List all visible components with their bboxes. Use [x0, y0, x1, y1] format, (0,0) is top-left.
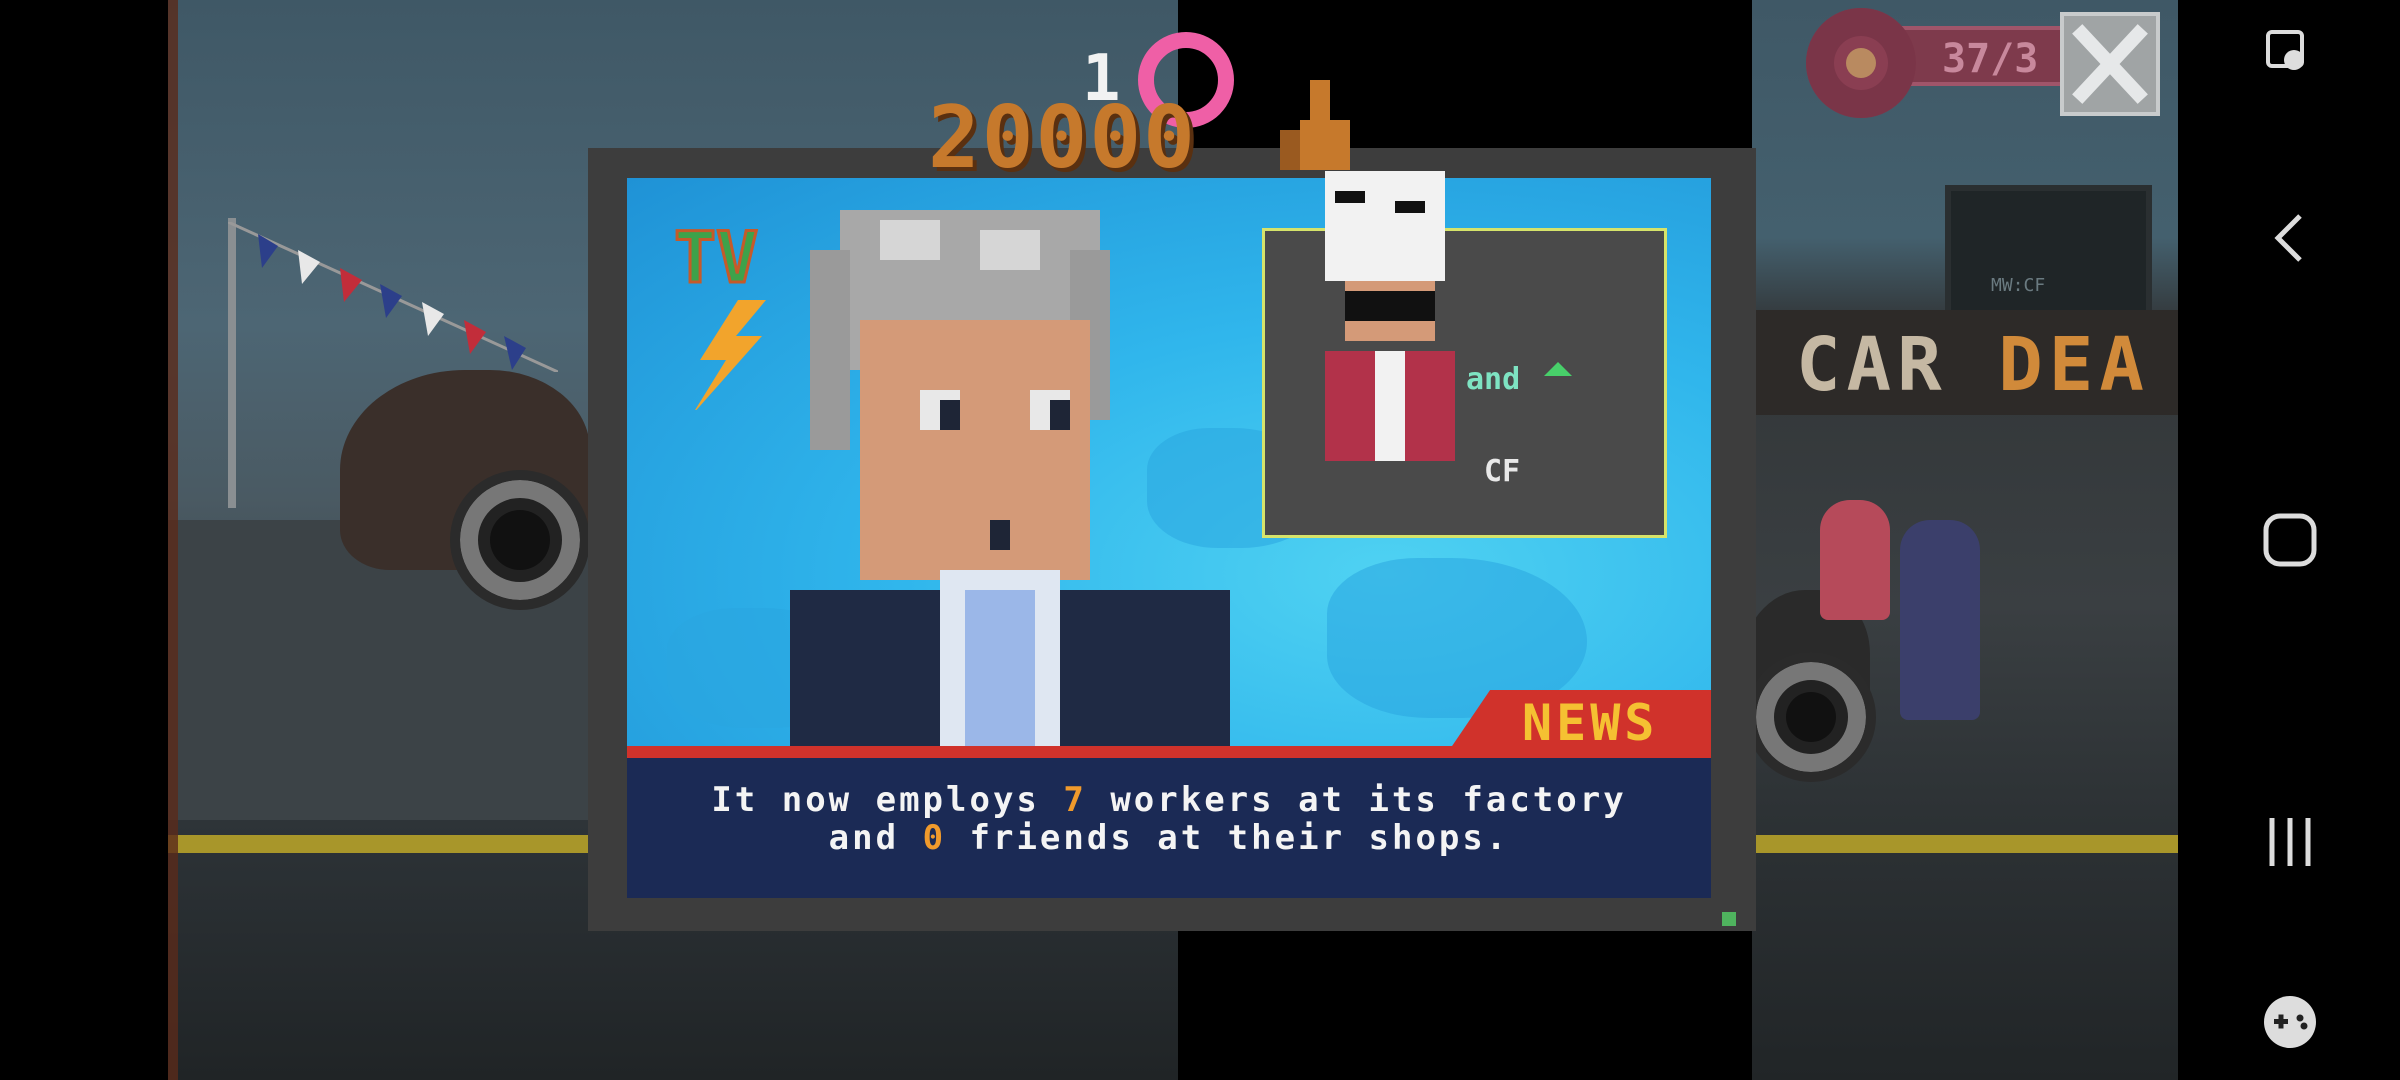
dealer-npc-2 — [1900, 520, 1980, 720]
home-icon[interactable] — [2260, 510, 2320, 570]
floating-score: 20000 — [928, 88, 1197, 188]
news-anchor-character — [790, 210, 1230, 750]
car-right-wheel — [1746, 652, 1876, 782]
workers-count: 7 — [1063, 780, 1087, 820]
donut-counter-text: 37/3 — [1942, 36, 2039, 82]
bunting-banner — [228, 222, 558, 372]
screen-touch-icon[interactable] — [2260, 26, 2320, 86]
up-arrow-icon — [1544, 362, 1572, 376]
shop-window: MW:CF — [1945, 185, 2152, 322]
back-icon[interactable] — [2260, 208, 2320, 268]
caption-line-1: It now employs 7 workers at its factory — [711, 780, 1627, 820]
thumbs-up-icon — [1280, 80, 1350, 170]
news-caption-box: It now employs 7 workers at its factory … — [627, 758, 1711, 898]
game-tools-icon[interactable] — [2260, 992, 2320, 1052]
tv-power-led — [1722, 912, 1736, 926]
car-dealer-sign-text: CAR DEA — [1796, 322, 2150, 408]
news-label: NEWS — [1522, 694, 1659, 752]
inset-cf-label: CF — [1484, 454, 1521, 489]
close-icon — [2072, 24, 2148, 104]
close-button[interactable] — [2060, 12, 2160, 116]
recents-icon[interactable] — [2260, 812, 2320, 872]
caption-line-2: and 0 friends at their shops. — [828, 818, 1510, 858]
left-letterbox — [0, 0, 168, 1080]
inset-character — [1325, 171, 1455, 461]
dealer-npc-1 — [1820, 500, 1890, 620]
car-left-wheel — [450, 470, 590, 610]
scene-edge — [168, 0, 178, 1080]
shop-window-label: MW:CF — [1991, 275, 2046, 296]
inset-and-label: and — [1466, 362, 1521, 397]
donut-currency-icon — [1806, 8, 1916, 118]
friends-count: 0 — [922, 818, 947, 858]
svg-text:TV: TV — [674, 217, 758, 299]
news-inset-frame — [1262, 171, 1667, 538]
